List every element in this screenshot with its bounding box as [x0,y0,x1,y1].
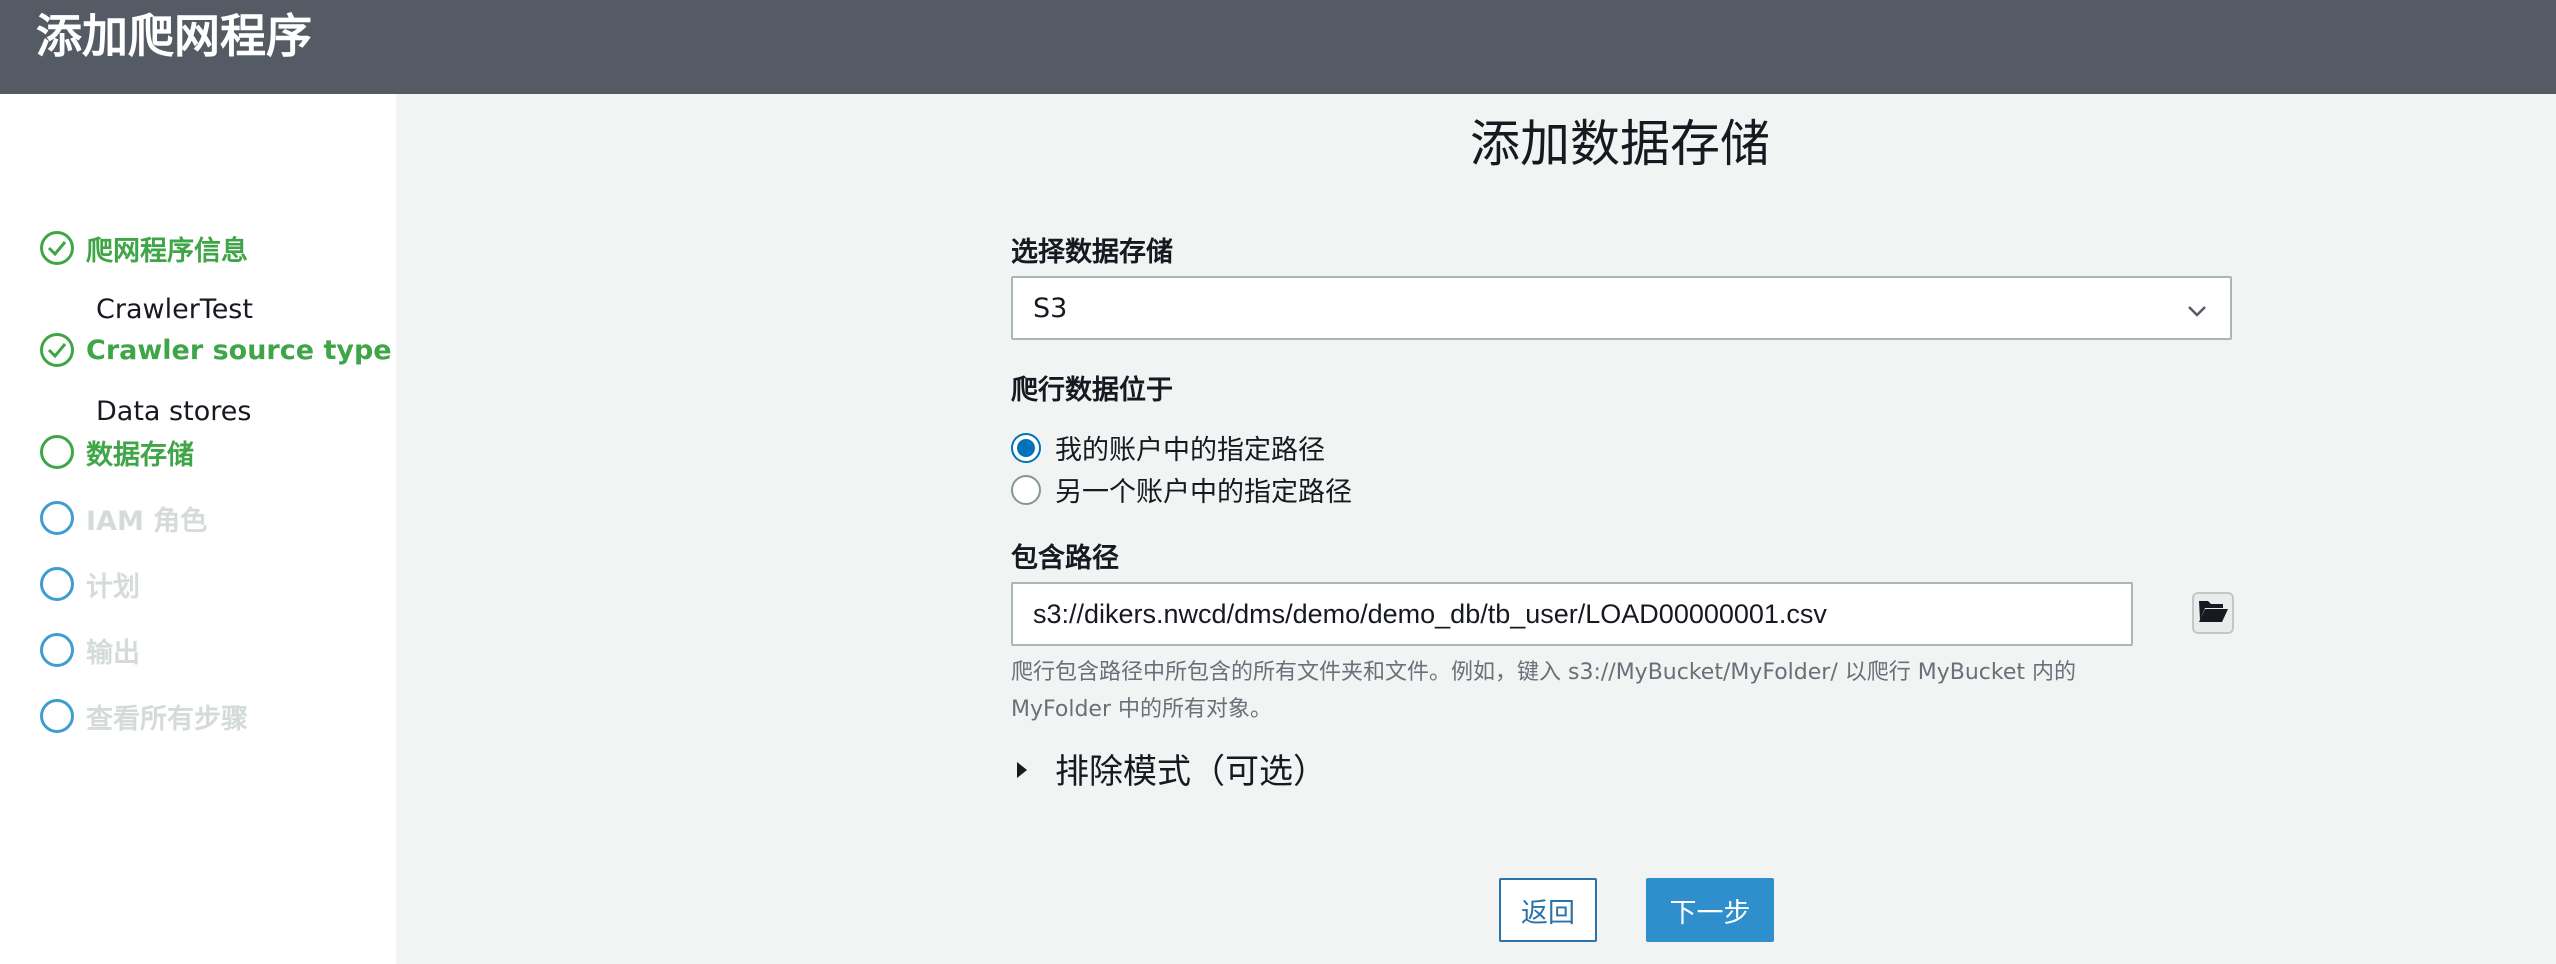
step-label: IAM 角色 [86,505,208,537]
circle-icon [40,435,74,469]
step-label: 计划 [86,571,140,603]
step-sublabel: Data stores [96,396,252,427]
step-label: 数据存储 [86,439,194,471]
radio-button[interactable] [1011,474,1041,505]
back-button[interactable]: 返回 [1499,878,1597,942]
step-label: 查看所有步骤 [86,703,248,735]
check-icon [40,333,74,367]
circle-icon [40,633,74,667]
data-store-label: 选择数据存储 [1011,237,1173,268]
check-icon [40,231,74,265]
step-schedule: 计划 [40,564,140,604]
radio-label: 另一个账户中的指定路径 [1055,477,1352,508]
step-output: 输出 [40,630,140,670]
step-label: 输出 [86,637,140,669]
page-header: 添加爬网程序 [0,0,2556,94]
step-source-type[interactable]: Crawler source type [40,330,392,370]
step-sublabel: CrawlerTest [96,294,253,325]
exclude-patterns-label: 排除模式（可选） [1055,752,1327,792]
browse-s3-button[interactable] [2192,592,2234,634]
include-path-input[interactable] [1011,582,2133,646]
crawl-location-label: 爬行数据位于 [1011,375,1173,406]
radio-button-selected[interactable] [1011,432,1041,463]
exclude-patterns-toggle[interactable]: 排除模式（可选） [1011,744,1327,793]
radio-my-account[interactable]: 我的账户中的指定路径 [1011,428,1325,467]
include-path-hint: 爬行包含路径中所包含的所有文件夹和文件。例如，键入 s3://MyBucket/… [1011,654,2161,728]
next-button[interactable]: 下一步 [1646,878,1774,942]
circle-icon [40,501,74,535]
radio-label: 我的账户中的指定路径 [1055,435,1325,466]
step-review: 查看所有步骤 [40,696,248,736]
wizard-sidebar: 爬网程序信息 CrawlerTest Crawler source type D… [0,94,396,964]
data-store-select[interactable]: S3 [1011,276,2232,340]
page-title: 添加数据存储 [1470,115,1770,173]
step-crawler-info[interactable]: 爬网程序信息 [40,228,248,268]
data-store-select-value: S3 [1033,292,1068,324]
step-data-store[interactable]: 数据存储 [40,432,194,472]
include-path-label: 包含路径 [1011,543,1119,574]
hint-line: 爬行包含路径中所包含的所有文件夹和文件。例如，键入 s3://MyBucket/… [1011,660,2076,685]
folder-open-icon [2197,598,2229,628]
chevron-down-icon [2186,298,2208,329]
step-iam-role: IAM 角色 [40,498,207,538]
radio-other-account[interactable]: 另一个账户中的指定路径 [1011,470,1352,509]
hint-line: MyFolder 中的所有对象。 [1011,697,1272,722]
circle-icon [40,699,74,733]
page-header-title: 添加爬网程序 [36,9,312,63]
step-label: Crawler source type [86,334,392,366]
caret-right-icon [1015,749,1029,789]
step-label: 爬网程序信息 [86,235,248,267]
circle-icon [40,567,74,601]
